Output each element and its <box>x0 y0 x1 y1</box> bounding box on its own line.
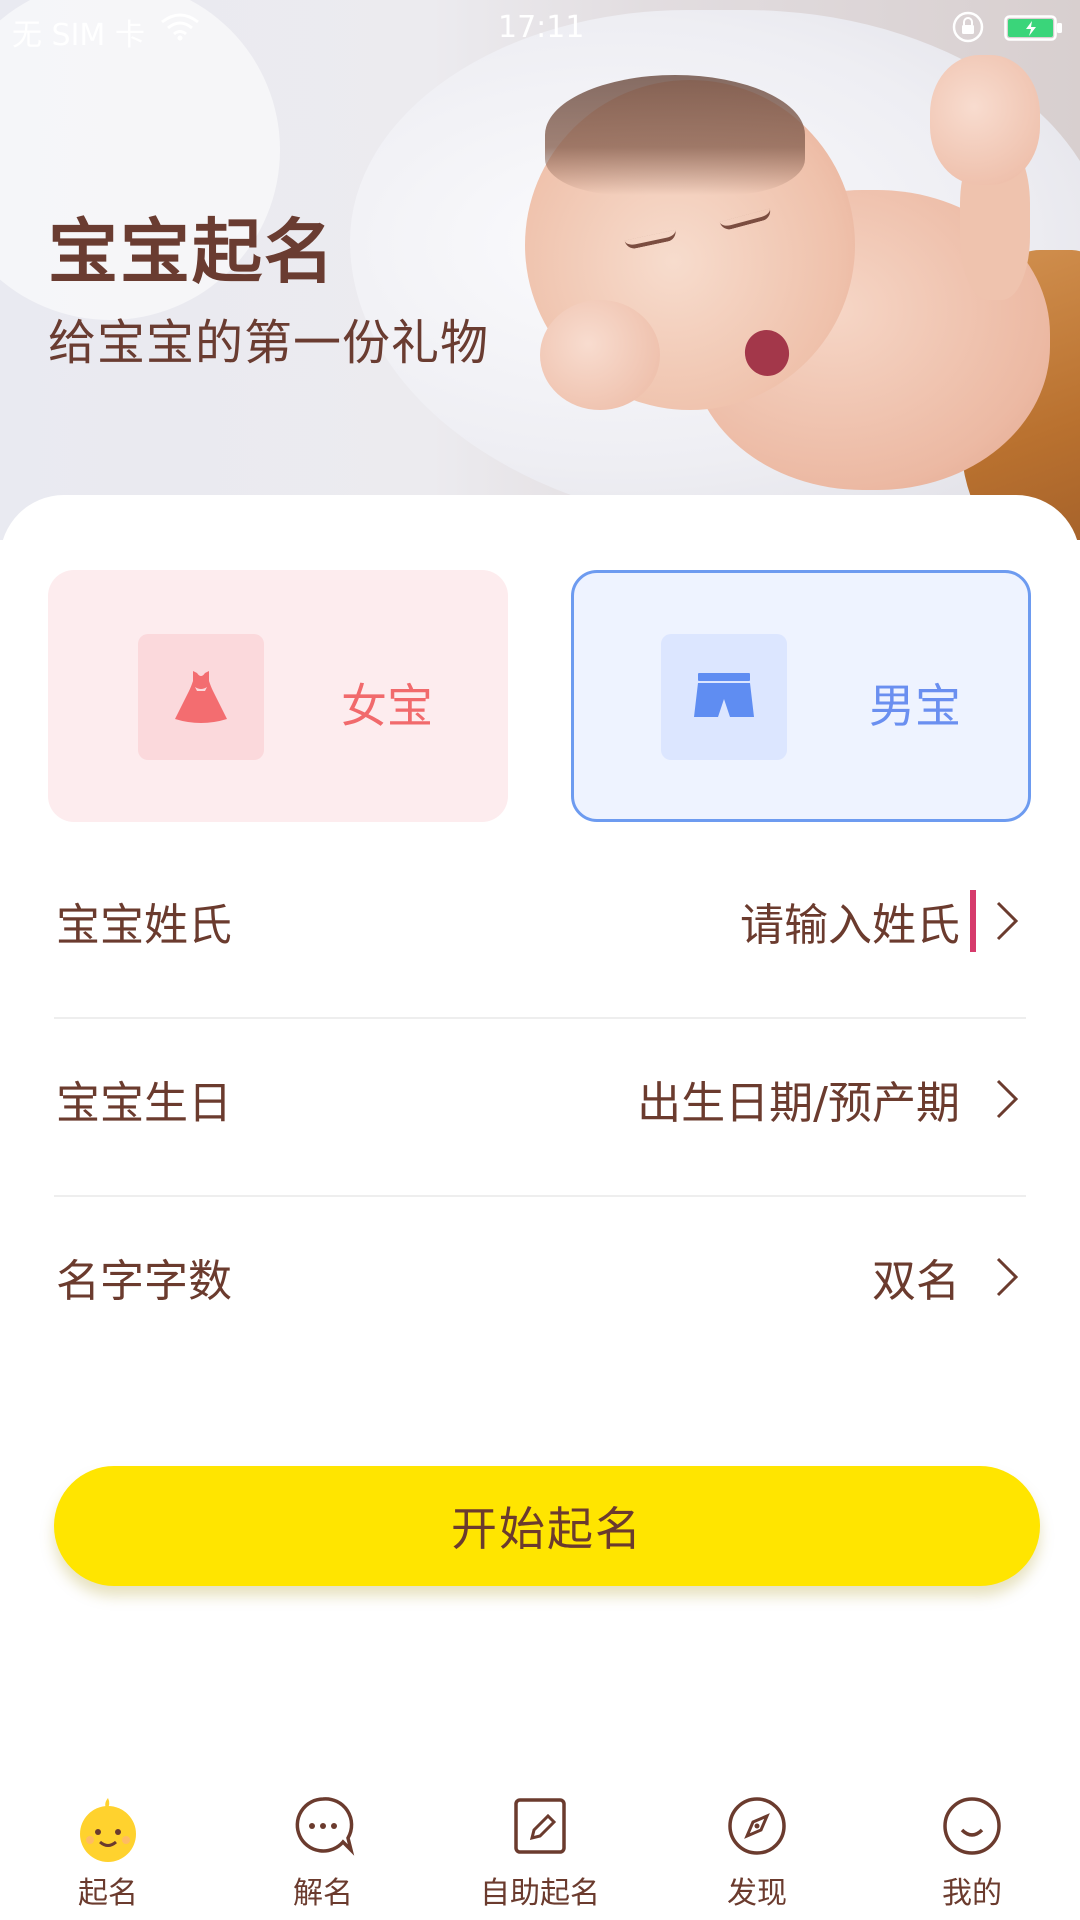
smile-icon <box>940 1794 1004 1862</box>
carrier-label: 无 SIM 卡 <box>12 18 145 53</box>
tab-label: 起名 <box>78 1876 138 1911</box>
status-bar: 无 SIM 卡 17:11 <box>0 0 1080 54</box>
surname-label: 宝宝姓氏 <box>56 900 232 951</box>
tab-label: 解名 <box>293 1876 353 1911</box>
name-length-value[interactable]: 双名 <box>872 1245 960 1309</box>
tab-self-naming[interactable]: 自助起名 <box>450 1770 630 1920</box>
bottom-tab-bar: 起名 解名 自助起名 发现 我的 <box>0 1770 1080 1920</box>
shorts-icon <box>661 634 787 760</box>
tab-label: 我的 <box>942 1876 1002 1911</box>
chevron-right-icon <box>986 895 1026 947</box>
hero-title: 宝宝起名 <box>48 211 336 293</box>
name-length-row[interactable]: 名字字数 双名 <box>54 1188 1026 1366</box>
baby-face-icon <box>73 1794 143 1868</box>
name-length-label: 名字字数 <box>56 1256 232 1307</box>
surname-input[interactable]: 请输入姓氏 <box>740 889 960 953</box>
girl-label: 女宝 <box>341 679 433 733</box>
clock: 17:11 <box>498 10 585 45</box>
surname-row[interactable]: 宝宝姓氏 请输入姓氏 <box>54 832 1026 1010</box>
hero-banner: 宝宝起名 给宝宝的第一份礼物 <box>0 0 1080 540</box>
rotation-lock-icon <box>950 10 986 52</box>
start-naming-button[interactable]: 开始起名 <box>54 1466 1040 1586</box>
chat-bubble-icon <box>291 1794 355 1862</box>
hero-subtitle: 给宝宝的第一份礼物 <box>48 315 490 371</box>
dress-icon <box>138 634 264 760</box>
boy-label: 男宝 <box>869 679 961 733</box>
chevron-right-icon <box>986 1251 1026 1303</box>
tab-naming[interactable]: 起名 <box>18 1770 198 1920</box>
girl-option-card[interactable]: 女宝 <box>48 570 508 822</box>
tab-mine[interactable]: 我的 <box>882 1770 1062 1920</box>
tab-discover[interactable]: 发现 <box>667 1770 847 1920</box>
tab-name-analysis[interactable]: 解名 <box>233 1770 413 1920</box>
chevron-right-icon <box>986 1073 1026 1125</box>
birthday-label: 宝宝生日 <box>56 1078 232 1129</box>
compass-icon <box>725 1794 789 1862</box>
tab-label: 自助起名 <box>480 1876 600 1911</box>
birthday-row[interactable]: 宝宝生日 出生日期/预产期 <box>54 1010 1026 1188</box>
boy-option-card[interactable]: 男宝 <box>571 570 1031 822</box>
edit-icon <box>510 1794 570 1862</box>
birthday-value[interactable]: 出生日期/预产期 <box>637 1067 960 1131</box>
tab-label: 发现 <box>727 1876 787 1911</box>
battery-icon <box>1004 14 1064 49</box>
text-cursor <box>970 890 976 952</box>
wifi-icon <box>160 12 200 50</box>
